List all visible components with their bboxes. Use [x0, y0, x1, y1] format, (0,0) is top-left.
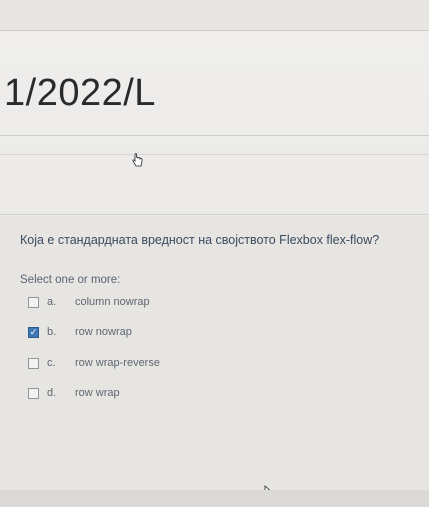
divider [0, 154, 429, 155]
option-label[interactable]: row nowrap [75, 326, 132, 338]
option-letter: b. [47, 326, 57, 338]
hand-cursor-icon [132, 153, 143, 167]
top-bar [0, 0, 429, 31]
page-code: 1/2022/L [4, 72, 156, 114]
option-letter: c. [47, 357, 56, 369]
option-b[interactable]: ✓ b. row nowrap [28, 323, 132, 341]
option-c[interactable]: c. row wrap-reverse [28, 354, 160, 372]
option-a[interactable]: a. column nowrap [28, 293, 150, 311]
option-d[interactable]: d. row wrap [28, 384, 120, 402]
option-d-checkbox[interactable] [28, 387, 39, 399]
option-letter: d. [47, 387, 57, 399]
option-letter: a. [47, 296, 57, 308]
bottom-edge [0, 490, 429, 507]
divider [0, 214, 429, 215]
quiz-page: 1/2022/L Која е стандардната вредност на… [0, 0, 429, 507]
option-a-checkbox[interactable] [28, 296, 39, 308]
option-b-checkbox[interactable]: ✓ [28, 326, 39, 338]
option-label[interactable]: row wrap-reverse [75, 357, 160, 369]
question-text: Која е стандардната вредност на својство… [20, 233, 380, 247]
divider [0, 135, 429, 136]
option-c-checkbox[interactable] [28, 357, 39, 369]
option-label[interactable]: column nowrap [75, 296, 150, 308]
option-label[interactable]: row wrap [75, 387, 120, 399]
checkmark-icon: ✓ [29, 326, 38, 337]
select-prompt: Select one or more: [20, 274, 121, 286]
